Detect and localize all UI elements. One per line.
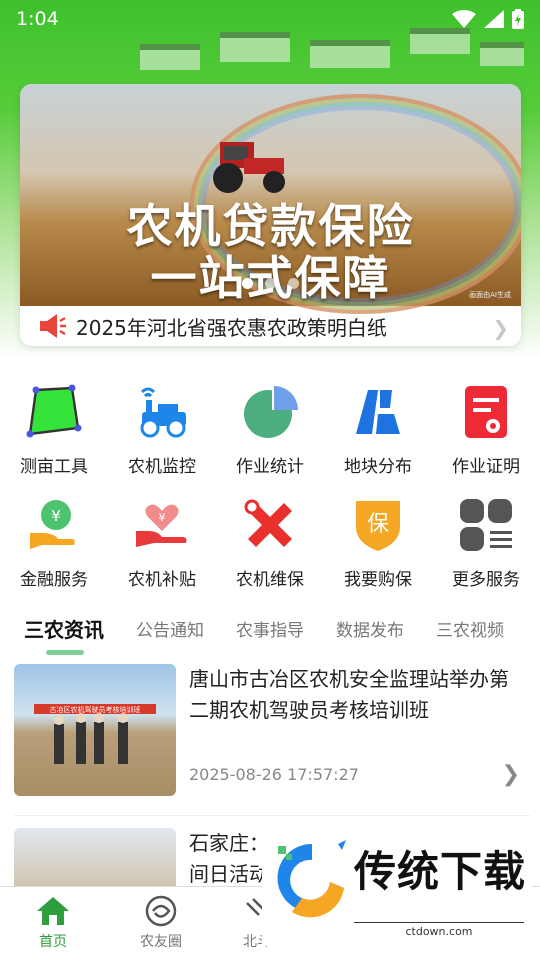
grid-label: 农机补贴: [128, 570, 196, 590]
money-hand-icon: ¥: [30, 500, 75, 549]
tractor-image: [213, 142, 285, 193]
nav-friends-circle[interactable]: 农友圈: [116, 895, 206, 951]
svg-text:古冶区农机驾驶员考核培训班: 古冶区农机驾驶员考核培训班: [50, 705, 141, 714]
tab-farming-guide[interactable]: 农事指导: [236, 616, 304, 641]
grid-item-maintenance[interactable]: 农机维保: [216, 491, 324, 604]
grid-label: 农机维保: [236, 570, 304, 590]
grid-item-measure[interactable]: 测亩工具: [0, 378, 108, 491]
watermark-title: 传统下载: [354, 847, 527, 896]
status-bar: 1:04: [0, 0, 540, 38]
chevron-right-icon: ❯: [492, 316, 509, 340]
tab-sannong-news[interactable]: 三农资讯: [24, 614, 104, 655]
grid-label: 测亩工具: [20, 457, 88, 477]
subsidy-heart-icon: ¥: [136, 504, 187, 547]
image-credit: 画面由AI生成: [469, 291, 511, 299]
circle-icon: [145, 895, 177, 927]
chevron-right-icon[interactable]: ❯: [502, 762, 520, 787]
carousel-dot[interactable]: [242, 278, 253, 289]
carousel-dots[interactable]: [20, 278, 521, 289]
grid-label: 地块分布: [344, 457, 412, 477]
grid-label: 作业统计: [236, 457, 304, 477]
grid-item-monitor[interactable]: 农机监控: [108, 378, 216, 491]
signal-icon: [484, 10, 504, 28]
banner-image[interactable]: 农机贷款保险 一站式保障 画面由AI生成: [20, 84, 521, 306]
pie-chart-icon: [244, 386, 298, 438]
banner-title-line2: 一站式保障: [20, 242, 521, 308]
watermark-logo: [277, 840, 346, 918]
news-item[interactable]: 古冶区农机驾驶员考核培训班 唐山市古冶区农机安全监理站举办第二期农机驾驶员考核培…: [14, 664, 530, 816]
grid-item-plots[interactable]: 地块分布: [324, 378, 432, 491]
notice-text[interactable]: 2025年河北省强农惠农政策明白纸: [76, 312, 387, 341]
watermark-url: ctdown.com: [354, 922, 524, 938]
tab-sannong-video[interactable]: 三农视频: [436, 616, 504, 641]
grid-item-finance[interactable]: ¥ 金融服务: [0, 491, 108, 604]
megaphone-icon: [40, 314, 66, 338]
tools-icon: [244, 499, 292, 547]
carousel-dot[interactable]: [265, 278, 276, 289]
battery-icon: [512, 9, 524, 29]
news-thumbnail[interactable]: [14, 828, 176, 888]
news-thumbnail[interactable]: 古冶区农机驾驶员考核培训班: [14, 664, 176, 796]
certificate-icon: [465, 386, 507, 438]
grid-item-certificate[interactable]: 作业证明: [432, 378, 540, 491]
banner-card[interactable]: 农机贷款保险 一站式保障 画面由AI生成 2025年河北省强农惠农政策明白纸 ❯: [20, 84, 521, 346]
grid-label: 作业证明: [452, 457, 520, 477]
home-icon: [37, 897, 69, 925]
more-grid-icon: [460, 499, 512, 551]
tab-data-release[interactable]: 数据发布: [336, 616, 404, 641]
svg-text:¥: ¥: [159, 511, 166, 524]
grid-label: 金融服务: [20, 570, 88, 590]
insurance-shield-icon: 保: [356, 501, 400, 551]
tractor-signal-icon: [140, 387, 186, 438]
carousel-dot[interactable]: [288, 278, 299, 289]
watermark: 传统下载 ctdown.com: [262, 828, 532, 946]
svg-text:保: 保: [367, 512, 389, 537]
grid-label: 我要购保: [344, 570, 412, 590]
nav-home[interactable]: 首页: [8, 895, 98, 951]
grid-item-stats[interactable]: 作业统计: [216, 378, 324, 491]
grid-label: 农机监控: [128, 457, 196, 477]
grid-item-more[interactable]: 更多服务: [432, 491, 540, 604]
service-grid: 测亩工具 农机监控 作业统计 地块分布 作业证明 ¥ 金融服务 ¥ 农机补贴 农…: [0, 378, 540, 604]
grid-item-subsidy[interactable]: ¥ 农机补贴: [108, 491, 216, 604]
news-tabs: 三农资讯 公告通知 农事指导 数据发布 三农视频: [0, 608, 540, 655]
news-date: 2025-08-26 17:57:27: [189, 765, 359, 784]
tab-announcements[interactable]: 公告通知: [136, 616, 204, 641]
grid-item-insurance[interactable]: 保 我要购保: [324, 491, 432, 604]
news-title[interactable]: 唐山市古冶区农机安全监理站举办第二期农机驾驶员考核培训班: [189, 664, 519, 726]
wifi-icon: [452, 10, 476, 28]
land-plot-icon: [356, 390, 400, 434]
svg-text:¥: ¥: [51, 507, 61, 525]
measure-field-icon: [26, 384, 82, 438]
status-time: 1:04: [16, 8, 59, 30]
grid-label: 更多服务: [452, 570, 520, 590]
notice-bar[interactable]: 2025年河北省强农惠农政策明白纸 ❯: [20, 306, 521, 346]
